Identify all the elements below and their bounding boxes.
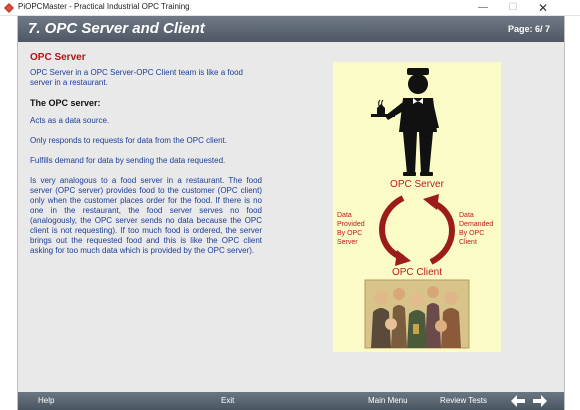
left-arrow-icon[interactable] [511, 395, 525, 407]
footer-bar: Help Exit Main Menu Review Tests [18, 392, 564, 410]
opc-client-label: OPC Client [392, 267, 442, 278]
waiter-icon [371, 68, 439, 176]
window-title: PiOPCMaster - Practical Industrial OPC T… [18, 2, 190, 11]
maximize-button[interactable]: ☐ [498, 0, 528, 16]
section-heading: OPC Server [30, 52, 86, 63]
left-caption-line: Provided [337, 221, 365, 228]
help-button[interactable]: Help [38, 396, 54, 405]
point-paragraph: Fulfills demand for data by sending the … [30, 156, 226, 165]
customers-crowd-image [364, 279, 470, 349]
page-header: 7. OPC Server and Client Page: 6/ 7 [18, 16, 564, 42]
right-arrow-icon[interactable] [533, 395, 547, 407]
right-caption-line: Data [459, 212, 474, 219]
close-button[interactable]: ✕ [528, 0, 558, 16]
review-tests-button[interactable]: Review Tests [440, 396, 487, 405]
lesson-content: OPC Server OPC Server in a OPC Server-OP… [30, 52, 262, 266]
point-paragraph: Acts as a data source. [30, 116, 110, 125]
window-title-bar: PiOPCMaster - Practical Industrial OPC T… [0, 0, 580, 16]
app-logo-icon [4, 3, 14, 13]
left-caption-line: Server [337, 239, 358, 246]
right-caption-line: By OPC [459, 230, 484, 237]
left-caption-line: By OPC [337, 230, 362, 237]
cycle-arrows-icon [379, 194, 455, 266]
right-caption-line: Client [459, 239, 477, 246]
left-caption-line: Data [337, 212, 352, 219]
app-window: 7. OPC Server and Client Page: 6/ 7 OPC … [17, 16, 565, 410]
point-paragraph: Only responds to requests for data from … [30, 136, 227, 145]
page-title: 7. OPC Server and Client [28, 20, 205, 37]
opc-illustration: OPC Server Data Provided By OPC Server D… [333, 62, 501, 352]
minimize-button[interactable]: — [468, 0, 498, 16]
subheading: The OPC server: [30, 98, 101, 108]
page-indicator: Page: 6/ 7 [507, 24, 550, 34]
main-menu-button[interactable]: Main Menu [368, 396, 408, 405]
analogy-paragraph: Is very analogous to a food server in a … [30, 176, 262, 255]
right-caption-line: Demanded [459, 221, 493, 228]
svg-text:Data Demanded: Data Demanded By OPC Client [459, 212, 495, 246]
intro-paragraph: OPC Server in a OPC Server-OPC Client te… [30, 68, 243, 87]
svg-text:Data Provided: Data Provided By OPC Server [337, 212, 367, 246]
exit-button[interactable]: Exit [221, 396, 234, 405]
opc-server-label: OPC Server [390, 179, 445, 190]
